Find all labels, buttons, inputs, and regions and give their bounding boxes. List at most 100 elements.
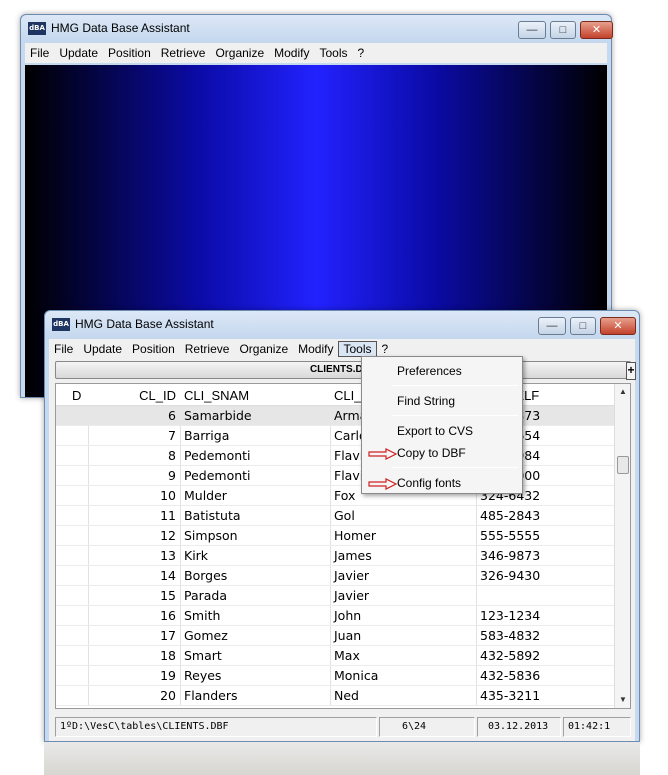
cell-cl-id: 6 xyxy=(168,408,176,423)
table-row[interactable]: 14 Borges Javier 326-9430 xyxy=(56,566,614,586)
column-header-d[interactable]: D xyxy=(72,388,81,403)
menu-organize[interactable]: Organize xyxy=(234,342,293,356)
status-date: 03.12.2013 xyxy=(477,717,561,737)
red-arrow-icon xyxy=(368,448,398,460)
cell-cli-snam: Samarbide xyxy=(184,408,252,423)
front-window-titlebar[interactable]: dBA HMG Data Base Assistant — □ ✕ xyxy=(45,311,639,339)
cell-cli-name: Gol xyxy=(334,508,355,523)
menu-bar: File Update Position Retrieve Organize M… xyxy=(25,43,607,63)
cell-cli-name: Homer xyxy=(334,528,377,543)
desktop-background-strip xyxy=(44,742,640,775)
grid-header: D CL_ID CLI_SNAM CLI_NAME CLI_TELF xyxy=(56,384,614,406)
table-row[interactable]: 12 Simpson Homer 555-5555 xyxy=(56,526,614,546)
cell-cli-telf: 123-1234 xyxy=(480,608,541,623)
menu-help[interactable]: ? xyxy=(353,46,370,60)
cell-cli-snam: Kirk xyxy=(184,548,209,563)
menu-modify[interactable]: Modify xyxy=(269,46,314,60)
status-bar: 1ºD:\VesC\tables\CLIENTS.DBF 6\24 03.12.… xyxy=(53,715,631,739)
table-row[interactable]: 13 Kirk James 346-9873 xyxy=(56,546,614,566)
menu-file[interactable]: File xyxy=(25,46,54,60)
close-button[interactable]: ✕ xyxy=(600,317,636,335)
back-window-titlebar[interactable]: dBA HMG Data Base Assistant — □ ✕ xyxy=(21,15,613,43)
dba-app-icon: dBA xyxy=(28,22,46,35)
cell-cli-telf: 326-9430 xyxy=(480,568,541,583)
table-row[interactable]: 15 Parada Javier xyxy=(56,586,614,606)
cell-cli-snam: Simpson xyxy=(184,528,238,543)
maximize-button[interactable]: □ xyxy=(570,317,596,335)
cell-cli-name: Ned xyxy=(334,688,359,703)
cell-cli-snam: Borges xyxy=(184,568,228,583)
cell-cli-name: John xyxy=(334,608,362,623)
table-row[interactable]: 11 Batistuta Gol 485-2843 xyxy=(56,506,614,526)
cell-cli-name: James xyxy=(334,548,372,563)
column-header-cli-snam[interactable]: CLI_SNAM xyxy=(184,388,249,403)
menu-file[interactable]: File xyxy=(49,342,78,356)
close-button[interactable]: ✕ xyxy=(580,21,613,39)
table-row[interactable]: 9 Pedemonti Flavio 454-9000 xyxy=(56,466,614,486)
window-title: HMG Data Base Assistant xyxy=(51,21,190,35)
cell-cl-id: 9 xyxy=(168,468,176,483)
table-row[interactable]: 7 Barriga Carlos 433-6654 xyxy=(56,426,614,446)
cell-cl-id: 11 xyxy=(160,508,176,523)
vertical-scrollbar[interactable]: ▲ ▼ xyxy=(614,384,630,708)
menu-item-copy-to-dbf[interactable]: Copy to DBF xyxy=(397,446,466,460)
cell-cli-name: Monica xyxy=(334,668,379,683)
table-row[interactable]: 10 Mulder Fox 324-6432 xyxy=(56,486,614,506)
menu-item-find-string[interactable]: Find String xyxy=(397,394,455,408)
menu-organize[interactable]: Organize xyxy=(210,46,269,60)
cell-cli-telf: 485-2843 xyxy=(480,508,541,523)
front-window: dBA HMG Data Base Assistant — □ ✕ File U… xyxy=(44,310,640,742)
cell-cli-snam: Flanders xyxy=(184,688,238,703)
scroll-down-icon[interactable]: ▼ xyxy=(615,692,630,708)
cell-cli-name: Fox xyxy=(334,488,356,503)
cell-cli-snam: Reyes xyxy=(184,668,222,683)
menu-item-export-to-cvs[interactable]: Export to CVS xyxy=(397,424,473,438)
menu-retrieve[interactable]: Retrieve xyxy=(180,342,235,356)
menu-help[interactable]: ? xyxy=(377,342,394,356)
menu-update[interactable]: Update xyxy=(54,46,103,60)
table-row[interactable]: 16 Smith John 123-1234 xyxy=(56,606,614,626)
cell-cli-telf: 555-5555 xyxy=(480,528,541,543)
menu-item-config-fonts[interactable]: Config fonts xyxy=(397,476,461,490)
menu-modify[interactable]: Modify xyxy=(293,342,338,356)
cell-cl-id: 19 xyxy=(160,668,176,683)
menu-position[interactable]: Position xyxy=(127,342,180,356)
cell-cl-id: 8 xyxy=(168,448,176,463)
table-title-bar[interactable]: CLIENTS.DBF + xyxy=(55,361,636,380)
table-row[interactable]: 8 Pedemonti Flavio 454-8984 xyxy=(56,446,614,466)
client-area: CLIENTS.DBF + D CL_ID CLI_SNAM CLI_NAME … xyxy=(49,359,636,741)
menu-item-preferences[interactable]: Preferences xyxy=(397,364,462,378)
cell-cli-snam: Batistuta xyxy=(184,508,241,523)
menu-update[interactable]: Update xyxy=(78,342,127,356)
cell-cli-telf: 435-3211 xyxy=(480,688,541,703)
menu-tools[interactable]: Tools xyxy=(314,46,352,60)
menu-tools[interactable]: Tools xyxy=(338,341,377,357)
table-row[interactable]: 6 Samarbide Armando 345-8373 xyxy=(56,406,614,426)
add-table-button[interactable]: + xyxy=(626,362,636,380)
column-header-cl-id[interactable]: CL_ID xyxy=(132,388,176,403)
menu-bar: File Update Position Retrieve Organize M… xyxy=(49,339,635,359)
status-file-path: 1ºD:\VesC\tables\CLIENTS.DBF xyxy=(55,717,377,737)
minimize-button[interactable]: — xyxy=(538,317,566,335)
maximize-button[interactable]: □ xyxy=(550,21,576,39)
menu-position[interactable]: Position xyxy=(103,46,156,60)
minimize-button[interactable]: — xyxy=(518,21,546,39)
menu-separator xyxy=(392,385,518,386)
table-row[interactable]: 18 Smart Max 432-5892 xyxy=(56,646,614,666)
scroll-thumb[interactable] xyxy=(617,456,629,474)
window-title: HMG Data Base Assistant xyxy=(75,317,214,331)
menu-separator xyxy=(392,467,518,468)
table-row[interactable]: 19 Reyes Monica 432-5836 xyxy=(56,666,614,686)
scroll-up-icon[interactable]: ▲ xyxy=(615,384,630,400)
data-grid[interactable]: D CL_ID CLI_SNAM CLI_NAME CLI_TELF 6 Sam… xyxy=(55,383,631,709)
cell-cli-snam: Parada xyxy=(184,588,228,603)
cell-cli-telf: 432-5836 xyxy=(480,668,541,683)
cell-cli-telf: 583-4832 xyxy=(480,628,541,643)
table-row[interactable]: 17 Gomez Juan 583-4832 xyxy=(56,626,614,646)
cell-cl-id: 7 xyxy=(168,428,176,443)
cell-cli-telf: 432-5892 xyxy=(480,648,541,663)
tools-dropdown-menu: Preferences Find String Export to CVS Co… xyxy=(361,356,523,494)
table-row[interactable]: 20 Flanders Ned 435-3211 xyxy=(56,686,614,706)
cell-cli-name: Javier xyxy=(334,588,370,603)
menu-retrieve[interactable]: Retrieve xyxy=(156,46,211,60)
